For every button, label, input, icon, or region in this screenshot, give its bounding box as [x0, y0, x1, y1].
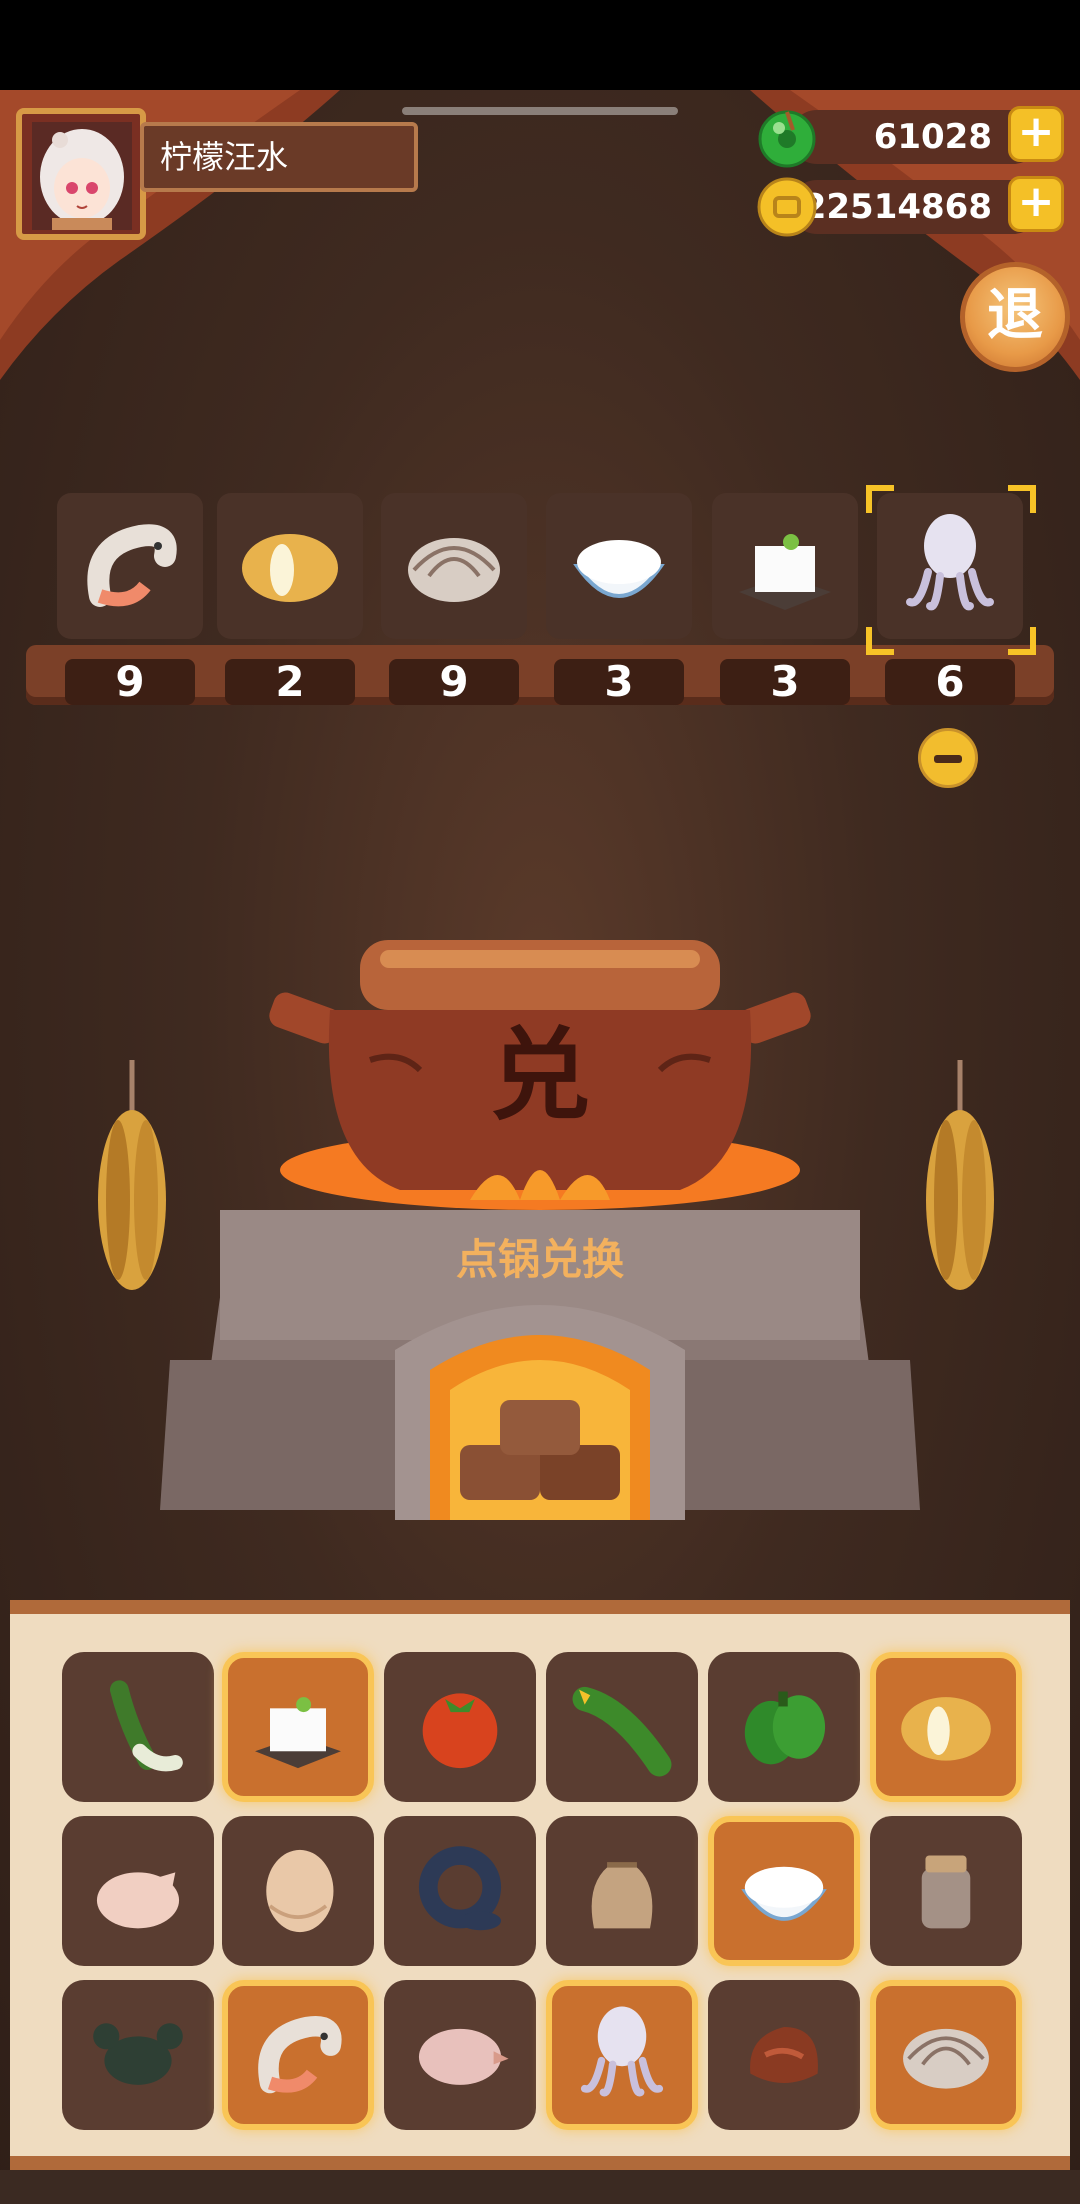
hanging-corn-right: [926, 1060, 994, 1290]
squid-icon: [580, 2006, 664, 2097]
inventory-item[interactable]: [708, 1980, 860, 2130]
game-stage: 柠檬汪水 61028 + 22514868 + 退 929336 兑 点锅兑换: [0, 0, 1080, 2204]
cucumber-icon: [572, 1686, 672, 1777]
egg-icon: [266, 1849, 334, 1933]
rice-bowl-icon: [573, 540, 665, 598]
inventory-item[interactable]: [870, 1816, 1022, 1966]
selection-corner: [866, 627, 894, 655]
coin-count: 22514868: [790, 180, 1040, 234]
selected-slot[interactable]: [546, 493, 692, 639]
duck-icon: [418, 2028, 509, 2085]
shrimp-icon: [258, 2016, 342, 2094]
clam-icon: [903, 2028, 989, 2089]
inventory-item[interactable]: [546, 1816, 698, 1966]
exchange-pot[interactable]: 兑: [266, 940, 814, 1210]
inventory-item[interactable]: [870, 1980, 1022, 2130]
gem-count: 61028: [790, 110, 1040, 164]
pot-glyph: 兑: [490, 1017, 590, 1134]
leek-icon: [110, 1680, 183, 1772]
squid-icon: [906, 514, 994, 611]
inventory-item[interactable]: [708, 1816, 860, 1966]
selection-corner: [1008, 485, 1036, 513]
exit-button[interactable]: 退: [960, 262, 1070, 372]
potato-icon: [242, 534, 338, 602]
gold-coin-icon: [757, 177, 817, 237]
shrimp-icon: [87, 524, 177, 607]
selected-slot[interactable]: [57, 493, 203, 639]
rice-bowl-icon: [741, 1866, 827, 1921]
player-name: 柠檬汪水: [140, 122, 418, 192]
inventory-item[interactable]: [546, 1652, 698, 1802]
add-coins-button[interactable]: +: [1008, 176, 1064, 232]
inventory-item[interactable]: [62, 1652, 214, 1802]
selection-corner: [1008, 627, 1036, 655]
green-gem-icon: [758, 110, 816, 168]
inventory-item[interactable]: [384, 1980, 536, 2130]
inventory-item[interactable]: [384, 1652, 536, 1802]
selected-slot[interactable]: [877, 493, 1023, 639]
inventory-item[interactable]: [222, 1816, 374, 1966]
inventory-item[interactable]: [546, 1980, 698, 2130]
avatar-icon: [32, 122, 132, 230]
inventory-item[interactable]: [62, 1816, 214, 1966]
remove-ingredient-button[interactable]: [918, 728, 978, 788]
tomato-icon: [422, 1693, 498, 1769]
selected-count: 2: [225, 659, 355, 705]
inventory-item[interactable]: [222, 1980, 374, 2130]
flour-sack-icon: [591, 1862, 653, 1929]
player-avatar[interactable]: [16, 108, 146, 240]
selected-count: 9: [65, 659, 195, 705]
ingredient-inventory: [10, 1600, 1070, 2170]
add-gems-button[interactable]: +: [1008, 106, 1064, 162]
inventory-item[interactable]: [62, 1980, 214, 2130]
hanging-corn-left: [98, 1060, 166, 1290]
inventory-item[interactable]: [222, 1652, 374, 1802]
inventory-item[interactable]: [384, 1816, 536, 1966]
tofu-icon: [739, 534, 831, 610]
selection-corner: [866, 485, 894, 513]
selected-count: 6: [885, 659, 1015, 705]
meat-icon: [750, 2027, 818, 2083]
potato-icon: [901, 1697, 991, 1761]
tofu-icon: [255, 1697, 341, 1769]
clam-icon: [408, 538, 500, 602]
crab-icon: [93, 2023, 183, 2085]
jar-icon: [921, 1855, 971, 1929]
status-bar: [0, 0, 1080, 90]
selected-slot[interactable]: [381, 493, 527, 639]
selected-count: 3: [720, 659, 850, 705]
selected-count: 9: [389, 659, 519, 705]
selected-count: 3: [554, 659, 684, 705]
exchange-label[interactable]: 点锅兑换: [380, 1230, 700, 1290]
inventory-item[interactable]: [870, 1652, 1022, 1802]
eel-icon: [418, 1846, 502, 1931]
chicken-icon: [96, 1872, 180, 1929]
selected-slot[interactable]: [217, 493, 363, 639]
home-indicator: [402, 107, 678, 115]
green-pepper-icon: [744, 1691, 826, 1765]
bottom-strip: [0, 2170, 1080, 2204]
selected-slot[interactable]: [712, 493, 858, 639]
inventory-item[interactable]: [708, 1652, 860, 1802]
